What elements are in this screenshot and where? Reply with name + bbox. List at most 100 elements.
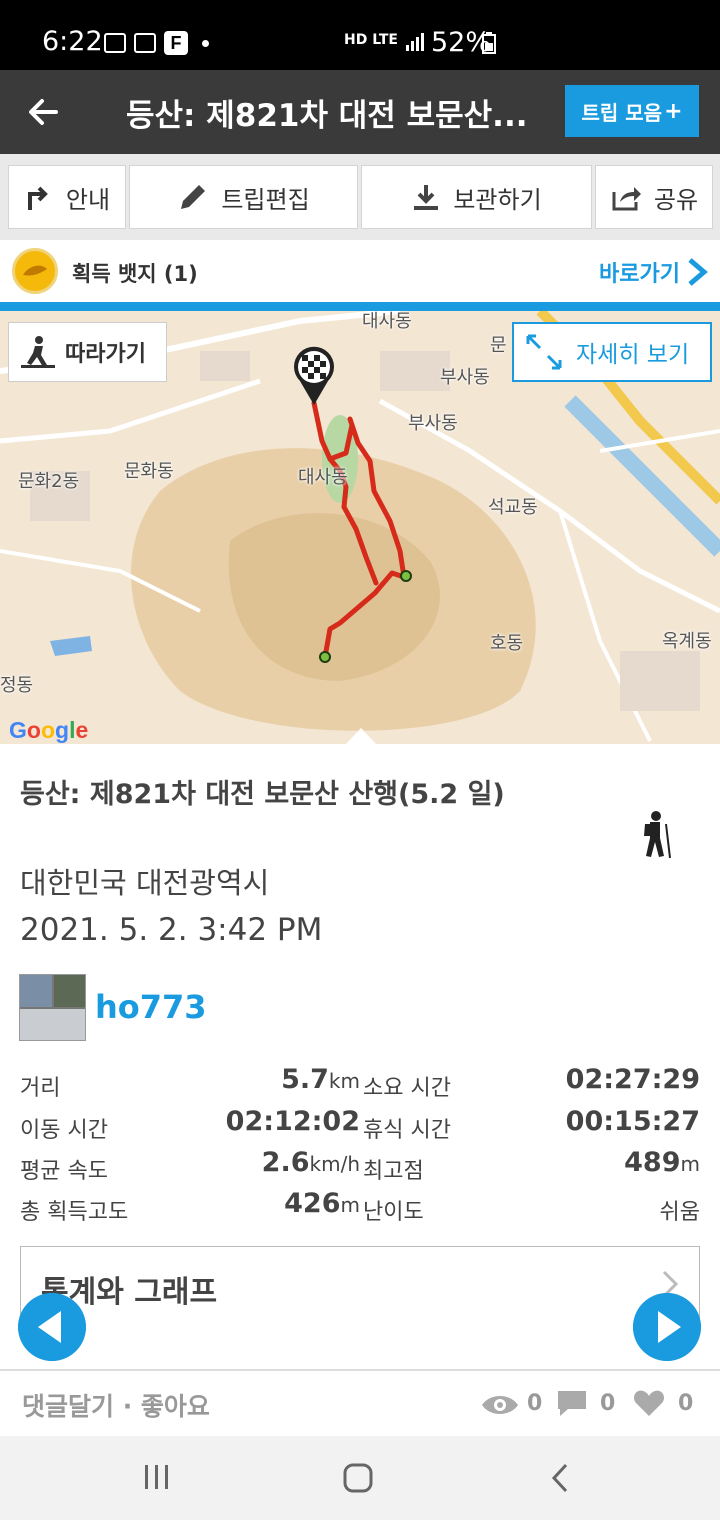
- stat-value-number: 5.7: [281, 1064, 329, 1095]
- stat-row: 거리 5.7km 소요 시간 02:27:29: [20, 1064, 700, 1106]
- stat-value: 426m: [284, 1188, 360, 1219]
- map-label: 문: [490, 335, 507, 356]
- save-button[interactable]: 보관하기: [361, 165, 592, 229]
- waypoint-marker-icon: [400, 570, 412, 582]
- home-icon[interactable]: [342, 1462, 374, 1494]
- map-label: 석교동: [488, 497, 538, 518]
- trip-datetime: 2021. 5. 2. 3:42 PM: [20, 912, 323, 948]
- plus-icon: +: [664, 98, 683, 124]
- edit-trip-button[interactable]: 트립편집: [129, 165, 358, 229]
- stat-value: 02:12:02: [226, 1106, 360, 1137]
- stat-value-number: 2.6: [261, 1147, 310, 1178]
- back-icon[interactable]: [548, 1462, 572, 1494]
- comment-icon[interactable]: [556, 1389, 588, 1417]
- map-label: 부사동: [408, 413, 458, 434]
- likes-count: 0: [678, 1391, 694, 1416]
- pencil-icon: [181, 185, 206, 209]
- download-icon: [414, 185, 439, 210]
- username-link[interactable]: ho773: [95, 988, 207, 1026]
- stat-label: 이동 시간: [20, 1118, 108, 1143]
- map-pointer-caret: [346, 728, 376, 744]
- map-label: 문화2동: [18, 471, 80, 492]
- badge-medal-icon: [12, 248, 58, 294]
- divider-line: [0, 302, 720, 311]
- battery-icon: [482, 32, 496, 54]
- hiking-icon: [644, 811, 671, 859]
- stat-value-number: 00:15:27: [565, 1106, 700, 1137]
- map-label: 문화동: [124, 461, 174, 482]
- start-marker-icon: [319, 651, 331, 663]
- route-map[interactable]: 대사동 부사동 부사동 문 문화2동 문화동 대사동 석교동 호동 옥계동 정동…: [0, 311, 720, 744]
- recent-apps-icon[interactable]: [143, 1462, 171, 1492]
- stat-value-number: 쉬움: [659, 1200, 700, 1225]
- notification-dot-icon: [202, 39, 209, 47]
- view-detail-button[interactable]: 자세히 보기: [512, 322, 712, 382]
- views-count: 0: [527, 1391, 543, 1416]
- view-detail-label: 자세히 보기: [576, 342, 690, 368]
- follow-label: 따라가기: [65, 342, 146, 367]
- comment-like-link[interactable]: 댓글달기 · 좋아요: [22, 1387, 210, 1423]
- stat-label: 난이도: [363, 1200, 424, 1225]
- stat-value-number: 02:12:02: [225, 1106, 360, 1137]
- social-footer: 댓글달기 · 좋아요 0 0 0: [0, 1369, 720, 1436]
- chevron-right-icon[interactable]: [686, 258, 710, 286]
- avatar[interactable]: [19, 974, 86, 1041]
- stat-label: 총 획득고도: [20, 1200, 129, 1225]
- stat-row: 총 획득고도 426m 난이도 쉬움: [20, 1188, 700, 1230]
- heart-icon[interactable]: [633, 1389, 665, 1417]
- stat-value-number: 489: [624, 1147, 681, 1178]
- trip-collection-button[interactable]: 트립 모음 +: [565, 85, 699, 137]
- stat-label: 거리: [20, 1076, 61, 1101]
- comments-count: 0: [600, 1391, 616, 1416]
- app-header: 등산: 제821차 대전 보문산... 트립 모음 +: [0, 70, 720, 154]
- save-label: 보관하기: [453, 185, 542, 214]
- stat-unit: m: [680, 1152, 700, 1176]
- share-icon: [612, 187, 641, 211]
- stat-row: 이동 시간 02:12:02 휴식 시간 00:15:27: [20, 1106, 700, 1148]
- stat-value: 5.7km: [281, 1064, 360, 1095]
- stat-label: 소요 시간: [363, 1076, 451, 1101]
- map-label: 대사동: [298, 467, 348, 488]
- stat-unit: km/h: [309, 1152, 360, 1176]
- status-time: 6:22: [42, 26, 103, 57]
- map-label: 정동: [0, 675, 34, 696]
- map-label: 호동: [490, 633, 524, 654]
- status-bar: 6:22 F HD LTE 52%: [0, 0, 720, 70]
- stat-value-number: 02:27:29: [565, 1064, 700, 1095]
- follow-button[interactable]: 따라가기: [8, 322, 167, 382]
- goto-link[interactable]: 바로가기: [599, 256, 680, 288]
- stat-row: 평균 속도 2.6km/h 최고점 489m: [20, 1147, 700, 1189]
- vr-icon: [134, 33, 156, 53]
- stat-value-number: 426: [284, 1188, 341, 1219]
- stats-graph-button[interactable]: 통계와 그래프: [20, 1246, 700, 1322]
- expand-icon: [526, 334, 562, 370]
- guide-button[interactable]: 안내: [8, 165, 126, 229]
- action-toolbar: 안내 트립편집 보관하기 공유: [0, 154, 720, 240]
- stat-unit: km: [328, 1069, 360, 1093]
- walker-icon: [21, 336, 55, 368]
- next-trip-button[interactable]: [633, 1293, 701, 1361]
- trip-title: 등산: 제821차 대전 보문산 산행(5.2 일): [20, 779, 505, 810]
- share-button[interactable]: 공유: [595, 165, 713, 229]
- stat-value: 쉬움: [660, 1194, 700, 1226]
- network-indicator: HD LTE: [344, 32, 398, 48]
- stat-label: 평균 속도: [20, 1159, 108, 1184]
- app-f-icon: F: [164, 31, 188, 55]
- finish-flag-marker-icon[interactable]: [292, 345, 336, 407]
- stat-value: 00:15:27: [566, 1106, 700, 1137]
- trip-location: 대한민국 대전광역시: [20, 866, 270, 900]
- previous-trip-button[interactable]: [18, 1293, 86, 1361]
- signal-icon: [406, 33, 424, 51]
- trip-collection-label: 트립 모음: [581, 100, 663, 125]
- guide-label: 안내: [65, 185, 111, 214]
- stat-value: 2.6km/h: [262, 1147, 360, 1178]
- badge-count: 획득 뱃지 (1): [72, 262, 198, 286]
- badge-row[interactable]: 획득 뱃지 (1) 바로가기: [0, 240, 720, 302]
- share-label: 공유: [653, 185, 699, 214]
- gallery-icon: [104, 33, 126, 53]
- back-arrow-icon[interactable]: [22, 90, 66, 134]
- stat-value: 489m: [624, 1147, 700, 1178]
- stat-unit: m: [340, 1193, 360, 1217]
- page-title: 등산: 제821차 대전 보문산...: [126, 98, 528, 134]
- turn-arrow-icon: [27, 186, 48, 210]
